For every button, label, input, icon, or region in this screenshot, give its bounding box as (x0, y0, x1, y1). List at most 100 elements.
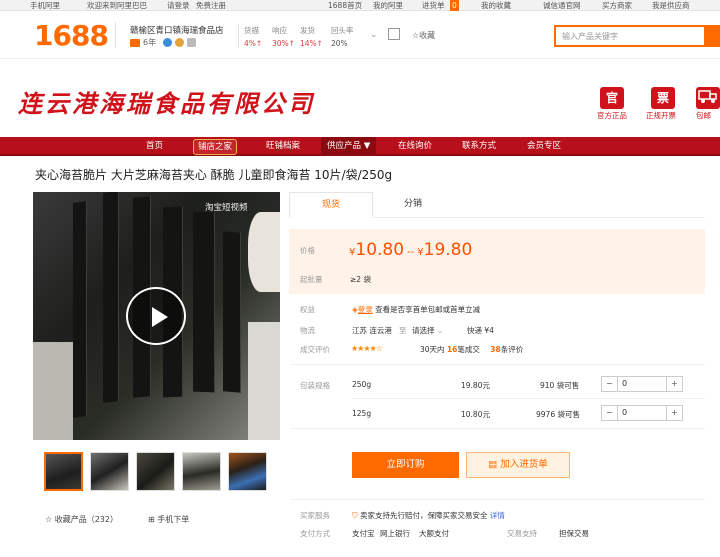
stat-response: 响应 30%↑ (272, 26, 295, 48)
sku-spec-1: 250g (352, 380, 372, 389)
thumbnail-1[interactable] (44, 452, 83, 491)
invoice-icon: 票 (651, 87, 675, 109)
sku-price-2: 10.80元 (461, 410, 490, 419)
nav-contact[interactable]: 联系方式 (462, 137, 496, 155)
benefit-row: ◈登录 查看是否享首单包邮或首单立减 (352, 304, 480, 315)
sku-stock-2: 9976 袋可售 (536, 410, 580, 419)
login-link[interactable]: 登录 (358, 305, 373, 314)
increment-button[interactable]: + (666, 406, 682, 420)
details-link[interactable]: 详情 (490, 511, 505, 520)
thumbnail-5[interactable] (228, 452, 267, 491)
sku-price-1: 19.80元 (461, 381, 490, 390)
increment-button[interactable]: + (666, 377, 682, 391)
favorite-product-button[interactable]: ☆ 收藏产品（232） (45, 514, 118, 525)
payment-bank: 网上银行 (380, 529, 410, 538)
deal-stats: 30天内 16笔成交 38条评价 (420, 345, 524, 354)
payment-label: 支付方式 (300, 529, 330, 538)
shield-icon: ⛉ (352, 511, 358, 520)
quantity-stepper-2[interactable]: − 0 + (601, 405, 683, 421)
min-order-value: ≥2 袋 (350, 275, 371, 284)
quantity-input[interactable]: 0 (622, 406, 627, 420)
divider (115, 22, 116, 48)
decrement-button[interactable]: − (602, 377, 618, 391)
shipping-label: 包邮 (696, 111, 711, 120)
benefit-text: 查看是否享首单包邮或首单立减 (375, 305, 481, 314)
rating-stars: ★★★★☆ (351, 344, 383, 353)
add-to-cart-button[interactable]: ▤ 加入进货单 (466, 452, 570, 478)
trust-link[interactable]: 诚信通官网 (543, 0, 581, 11)
buy-now-button[interactable]: 立即订购 (352, 452, 459, 478)
truck-icon (696, 87, 720, 109)
welcome-text: 欢迎来到阿里巴巴 (87, 1, 147, 10)
favorites-link[interactable]: 我的收藏 (481, 0, 511, 11)
nav-inquiry[interactable]: 在线询价 (398, 137, 432, 155)
search-button[interactable] (704, 25, 720, 47)
play-icon[interactable] (126, 287, 186, 345)
official-label: 官方正品 (597, 111, 627, 120)
sku-spec-2: 125g (352, 409, 372, 418)
express-fee: 快递 ¥4 (467, 326, 494, 335)
tab-distribution[interactable]: 分销 (373, 192, 453, 218)
tab-in-stock[interactable]: 现货 (289, 192, 373, 218)
to-label: 至 (399, 326, 407, 335)
destination-select[interactable]: 请选择 ⌄ (412, 325, 443, 336)
home-link[interactable]: 1688首页 (328, 0, 362, 11)
chevron-down-icon[interactable]: ⌄ (370, 30, 378, 40)
nav-profile[interactable]: 旺铺档案 (266, 137, 300, 155)
payment-alipay: 支付宝 (352, 529, 375, 538)
buyer-service-row: ⛉ 卖家支持先行赔付，保障买家交易安全 详情 (352, 511, 505, 520)
qr-code-icon: ⊞ (148, 515, 158, 524)
company-name: 连云港海瑞食品有限公司 (18, 89, 315, 118)
quantity-stepper-1[interactable]: − 0 + (601, 376, 683, 392)
cart-link[interactable]: 进货单 (422, 0, 445, 11)
spec-label: 包装规格 (300, 381, 330, 390)
my-alibaba-link[interactable]: 我的阿里 (373, 0, 403, 11)
nav-shop-badge[interactable]: 铺店之家 (193, 139, 238, 155)
thumbnail-4[interactable] (182, 452, 221, 491)
thumbnail-3[interactable] (136, 452, 175, 491)
shield-icon (187, 38, 197, 47)
logistics-from: 江苏 连云港 (352, 326, 392, 335)
official-icon: 官 (600, 87, 624, 109)
qr-code-icon[interactable] (388, 28, 400, 40)
nav-products[interactable]: 供应产品 ▼ (321, 137, 377, 155)
divider (290, 428, 705, 429)
buyer-service-link[interactable]: 买方商家 (602, 0, 632, 11)
min-order-label: 起批量 (300, 275, 323, 284)
invoice-label: 正规开票 (646, 111, 676, 120)
login-link[interactable]: 请登录 (167, 0, 190, 11)
mobile-link[interactable]: 手机阿里 (30, 0, 60, 11)
buyer-service-label: 买家服务 (300, 511, 330, 520)
decrement-button[interactable]: − (602, 406, 618, 420)
stat-describe: 货描 4%↑ (244, 26, 263, 48)
shop-name[interactable]: 赣榆区青口镇海瑞食品店 (130, 24, 224, 36)
stat-return-rate: 回头率 20% (331, 26, 354, 48)
product-title: 夹心海苔脆片 大片芝麻海苔夹心 酥脆 儿童即食海苔 10片/袋/250g (35, 168, 393, 182)
seller-link[interactable]: 我是供应商 (652, 0, 690, 11)
top-bar: 手机阿里 欢迎来到阿里巴巴 请登录 免费注册 1688首页 我的阿里 进货单 0… (0, 0, 720, 11)
quantity-input[interactable]: 0 (622, 377, 627, 391)
years-text: 6年 (143, 38, 157, 47)
logistics-label: 物流 (300, 326, 315, 335)
divider (238, 24, 239, 48)
stat-shipping: 发货 14%↑ (300, 26, 323, 48)
nav-members[interactable]: 会员专区 (527, 137, 561, 155)
chengxintong-icon (130, 38, 140, 47)
mobile-order-button[interactable]: ⊞ 手机下单 (148, 514, 189, 525)
site-logo[interactable]: 1688 (34, 19, 109, 52)
search-input[interactable]: 输入产品关键字 (554, 25, 706, 47)
sku-stock-1: 910 袋可售 (540, 381, 580, 390)
rating-label: 成交评价 (300, 345, 330, 354)
divider (290, 364, 705, 365)
register-link[interactable]: 免费注册 (196, 0, 226, 11)
cart-icon: ▤ (488, 459, 501, 470)
cart-count-badge: 0 (450, 0, 459, 11)
trade-support-label: 交易支持 (507, 529, 537, 538)
divider (290, 499, 705, 500)
follow-shop-button[interactable]: ☆收藏 (412, 30, 435, 41)
shop-years: 6年 (130, 37, 197, 48)
nav-home[interactable]: 首页 (146, 137, 163, 155)
thumbnail-2[interactable] (90, 452, 129, 491)
chevron-down-icon: ⌄ (436, 326, 444, 335)
divider (352, 398, 705, 399)
